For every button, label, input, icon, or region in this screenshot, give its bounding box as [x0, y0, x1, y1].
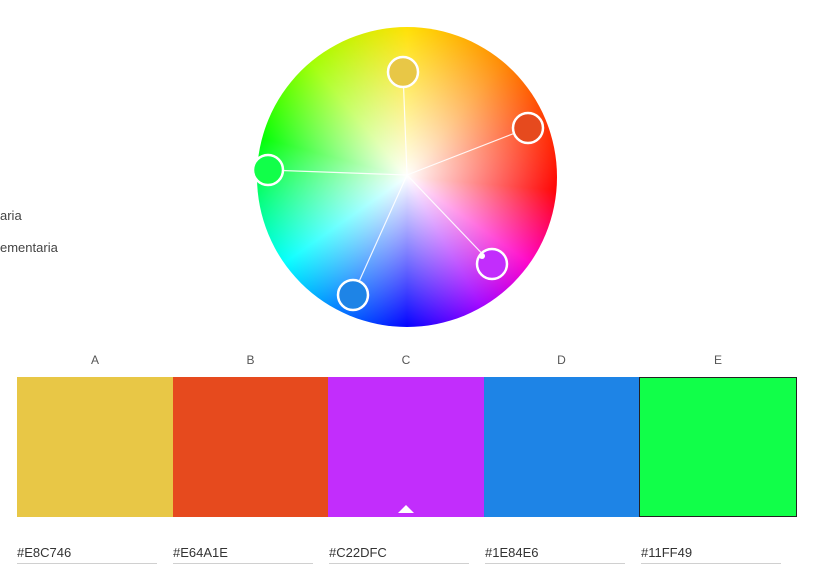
color-wheel[interactable] — [251, 25, 559, 329]
color-swatch-e[interactable] — [639, 377, 797, 517]
color-swatch-d[interactable] — [484, 377, 639, 517]
color-rule-option[interactable]: aria — [0, 208, 22, 223]
base-color-marker — [479, 253, 485, 259]
hex-input-d[interactable] — [485, 541, 625, 564]
column-header-b: B — [246, 353, 255, 367]
selected-indicator-icon — [398, 505, 414, 513]
hex-input-b[interactable] — [173, 541, 313, 564]
hex-input-a[interactable] — [17, 541, 157, 564]
column-header-a: A — [90, 353, 99, 367]
color-handle-b[interactable] — [511, 111, 545, 145]
hex-input-e[interactable] — [641, 541, 781, 564]
color-handle-d[interactable] — [336, 278, 370, 312]
color-handle-e[interactable] — [251, 153, 285, 187]
color-wheel-overlay — [251, 55, 545, 312]
handle-connector — [406, 174, 493, 265]
handle-connector — [406, 127, 529, 176]
handle-connector — [267, 169, 408, 176]
hex-input-c[interactable] — [329, 541, 469, 564]
color-swatch-a[interactable] — [17, 377, 173, 517]
color-rule-option[interactable]: ementaria — [0, 240, 58, 255]
color-swatch-b[interactable] — [173, 377, 328, 517]
column-header-c: C — [401, 353, 411, 367]
handle-connector — [352, 174, 408, 296]
column-header-d: D — [557, 353, 566, 367]
color-handle-a[interactable] — [386, 55, 420, 89]
color-swatch-c[interactable] — [328, 377, 484, 517]
column-header-e: E — [713, 353, 722, 367]
